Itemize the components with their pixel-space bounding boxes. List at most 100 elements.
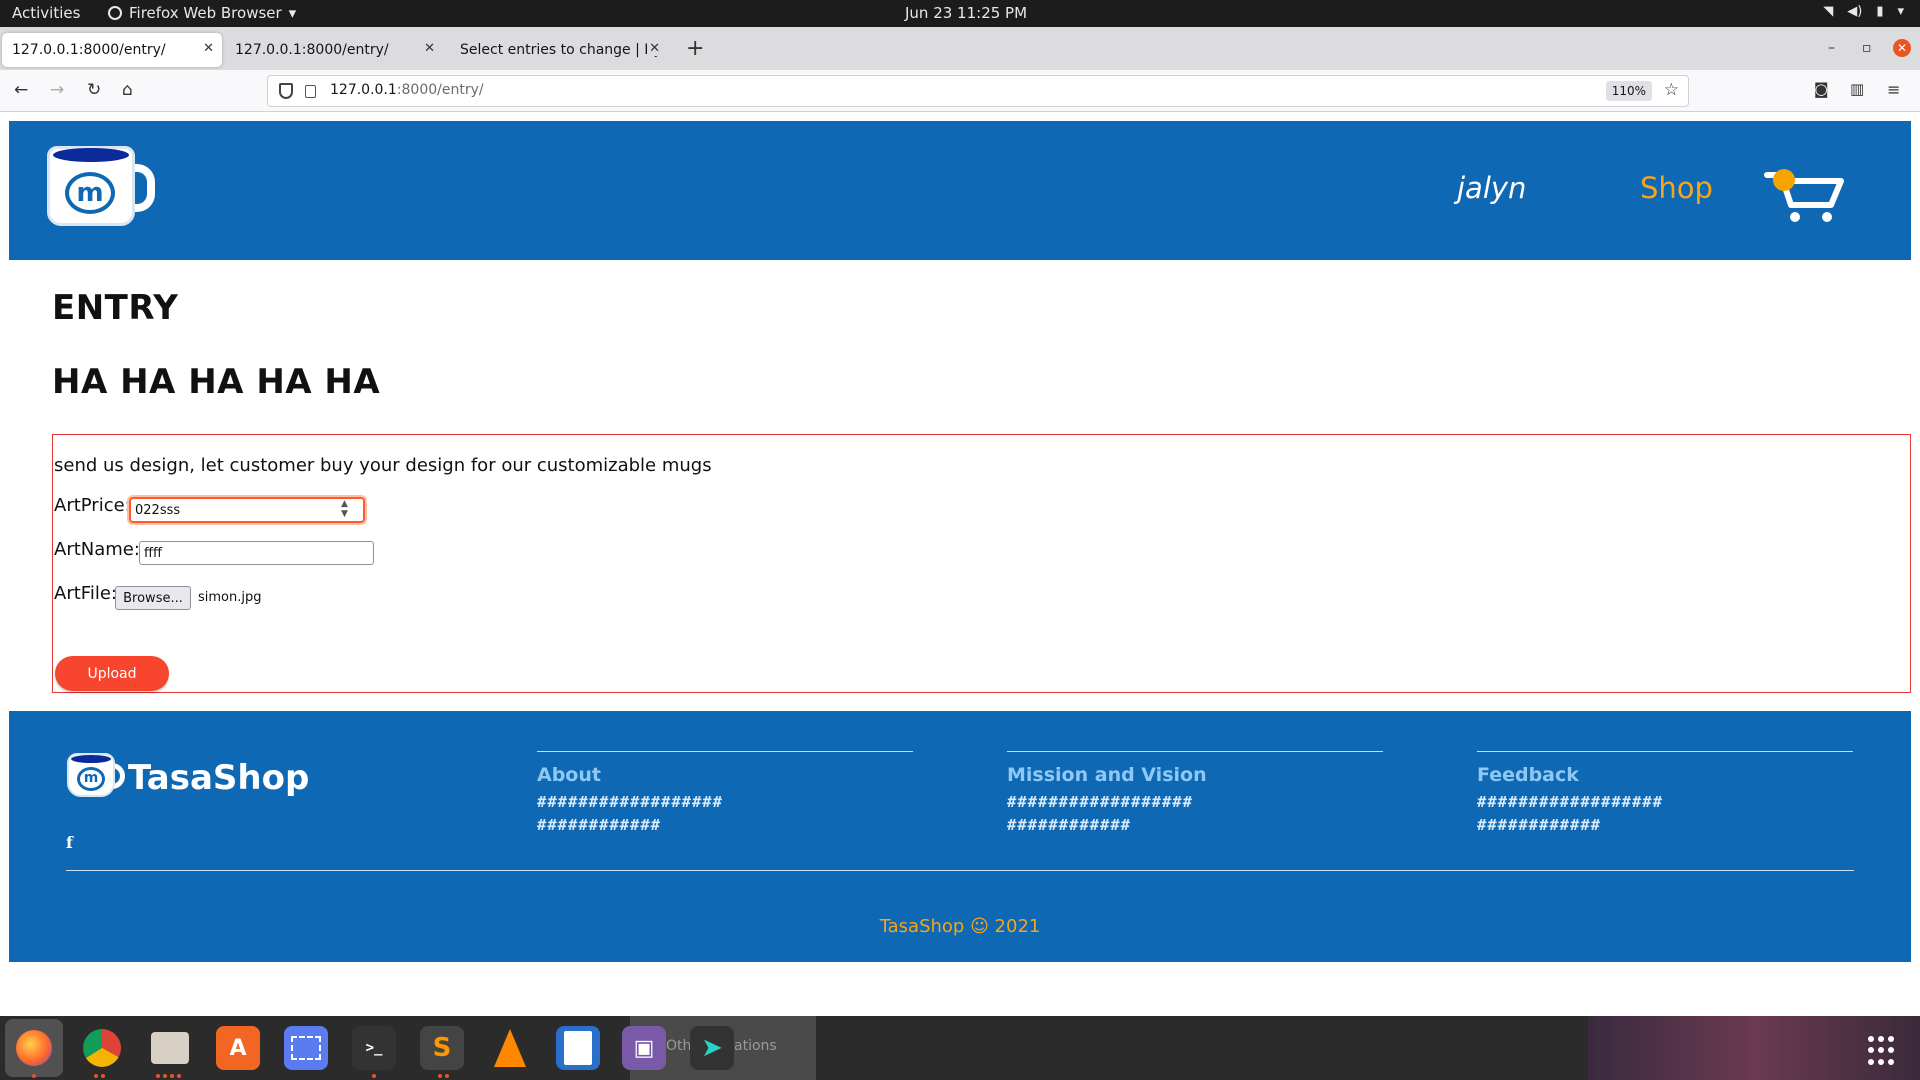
page-subtitle: HA HA HA HA HA <box>52 362 381 402</box>
menu-icon[interactable]: ≡ <box>1887 80 1900 99</box>
footer-divider <box>66 870 1854 871</box>
upload-button[interactable]: Upload <box>55 656 169 691</box>
terminal-icon: >_ <box>365 1040 383 1056</box>
artprice-input[interactable] <box>127 495 367 525</box>
dock-writer[interactable] <box>556 1026 600 1070</box>
logo-m-letter: m <box>65 172 115 214</box>
url-host: 127.0.0.1 <box>330 82 397 98</box>
dock-terminal[interactable]: >_ <box>352 1026 396 1070</box>
footer-mission-text: ############################## <box>1007 793 1193 834</box>
close-tab-icon[interactable]: ✕ <box>647 41 660 56</box>
page-title: ENTRY <box>52 288 179 328</box>
dock-firefox[interactable] <box>5 1019 63 1077</box>
browser-nav-bar: ← → ↻ ⌂ 127.0.0.1:8000/entry/ 110% ☆ ◙ ▥… <box>0 70 1920 112</box>
form-intro-text: send us design, let customer buy your de… <box>54 455 712 476</box>
nav-shop-link[interactable]: Shop <box>1640 171 1713 205</box>
tab-title: 127.0.0.1:8000/entry/ <box>12 42 166 58</box>
document-icon <box>564 1031 592 1065</box>
forward-arrow-icon[interactable]: → <box>50 80 64 100</box>
chevron-down-icon: ▾ <box>1897 4 1904 19</box>
artname-label: ArtName: <box>54 539 140 560</box>
volume-icon: ◀) <box>1847 4 1863 19</box>
battery-icon: ▮ <box>1876 4 1884 19</box>
cart-badge <box>1773 169 1795 191</box>
minimize-icon[interactable]: – <box>1828 40 1835 56</box>
page-info-icon[interactable] <box>305 85 316 98</box>
reload-icon[interactable]: ↻ <box>87 80 101 100</box>
selected-file-name: simon.jpg <box>198 590 262 605</box>
arrow-app-icon: ➤ <box>701 1033 723 1063</box>
site-header: m jalyn Shop <box>9 121 1911 260</box>
system-tray[interactable]: ◥ ◀) ▮ ▾ <box>1823 4 1904 19</box>
close-tab-icon[interactable]: ✕ <box>424 41 435 56</box>
dock-files[interactable] <box>148 1026 192 1070</box>
system-dock: Other Locations A >_ S ▣ ➤ <box>0 1016 1920 1080</box>
number-spinner-icon[interactable]: ▲ ▼ <box>341 499 348 519</box>
screenshot-icon <box>291 1036 321 1060</box>
home-icon[interactable]: ⌂ <box>122 80 133 100</box>
tab-title: 127.0.0.1:8000/entry/ <box>235 42 389 58</box>
footer-mission-title: Mission and Vision <box>1007 764 1207 786</box>
footer-about-text: ############################## <box>537 793 723 834</box>
browser-tab-3[interactable]: Select entries to change | Dj ✕ <box>450 33 668 67</box>
firefox-icon <box>108 6 122 20</box>
footer-brand-name: TasaShop <box>128 758 310 798</box>
system-clock[interactable]: Jun 23 11:25 PM <box>905 4 1027 22</box>
show-applications-icon[interactable] <box>1868 1036 1898 1066</box>
footer-feedback-column: Feedback ############################## <box>1477 751 1853 837</box>
dock-vlc[interactable] <box>488 1026 532 1070</box>
browser-tab-1[interactable]: 127.0.0.1:8000/entry/ ✕ <box>2 33 222 67</box>
site-footer: m TasaShop f About #####################… <box>9 711 1911 962</box>
footer-about-column: About ############################## <box>537 751 913 837</box>
browser-tab-2[interactable]: 127.0.0.1:8000/entry/ ✕ <box>225 33 443 67</box>
app-menu-label: Firefox Web Browser <box>129 4 282 22</box>
activities-button[interactable]: Activities <box>12 4 80 22</box>
sidebar-icon[interactable]: ▥ <box>1850 80 1864 98</box>
new-tab-button[interactable]: + <box>686 38 704 60</box>
app-menu[interactable]: Firefox Web Browser ▾ <box>108 4 296 22</box>
bookmark-star-icon[interactable]: ☆ <box>1664 80 1679 100</box>
pocket-icon[interactable]: ◙ <box>1814 80 1829 98</box>
tab-title: Select entries to change | Dj <box>460 42 659 58</box>
close-tab-icon[interactable]: ✕ <box>203 41 214 56</box>
mug-rim <box>53 148 129 162</box>
dock-video-editor[interactable]: ▣ <box>622 1026 666 1070</box>
chevron-down-icon: ▾ <box>288 4 297 22</box>
shield-icon[interactable] <box>279 83 293 99</box>
cart-button[interactable] <box>1763 165 1853 225</box>
zoom-level-badge[interactable]: 110% <box>1605 81 1652 101</box>
dock-chrome[interactable] <box>80 1026 124 1070</box>
url-path: :8000/entry/ <box>396 82 484 98</box>
dock-sublime[interactable]: S <box>420 1026 464 1070</box>
footer-copyright: TasaShop ☺ 2021 <box>879 916 1041 937</box>
folder-icon <box>151 1032 189 1064</box>
back-arrow-icon[interactable]: ← <box>14 80 28 100</box>
dock-software[interactable]: A <box>216 1026 260 1070</box>
browser-tab-strip: 127.0.0.1:8000/entry/ ✕ 127.0.0.1:8000/e… <box>0 27 1920 70</box>
app-store-icon: A <box>229 1035 247 1061</box>
chrome-icon <box>83 1029 121 1067</box>
url-text[interactable]: 127.0.0.1:8000/entry/ <box>330 82 484 98</box>
nav-user-link[interactable]: jalyn <box>1457 171 1526 205</box>
artname-input[interactable] <box>139 541 374 565</box>
footer-about-title: About <box>537 764 601 786</box>
firefox-icon <box>16 1030 52 1066</box>
restore-icon[interactable]: ▫ <box>1862 40 1872 56</box>
art-upload-form: send us design, let customer buy your de… <box>52 434 1911 693</box>
url-bar[interactable]: 127.0.0.1:8000/entry/ 110% ☆ <box>267 75 1689 107</box>
footer-mission-column: Mission and Vision #####################… <box>1007 751 1383 837</box>
footer-feedback-title: Feedback <box>1477 764 1579 786</box>
facebook-icon[interactable]: f <box>66 833 73 852</box>
logo-m-letter: m <box>77 767 105 791</box>
browse-file-button[interactable]: Browse... <box>115 586 191 610</box>
artfile-label: ArtFile: <box>54 583 117 604</box>
close-window-icon[interactable]: ✕ <box>1893 39 1911 57</box>
system-top-bar: Activities Firefox Web Browser ▾ Jun 23 … <box>0 0 1920 27</box>
dock-screenshot[interactable] <box>284 1026 328 1070</box>
mug-rim <box>71 755 111 763</box>
dock-app-arrow[interactable]: ➤ <box>690 1026 734 1070</box>
film-icon: ▣ <box>633 1035 655 1061</box>
artprice-label: ArtPrice: <box>54 495 131 516</box>
sublime-text-icon: S <box>432 1033 452 1063</box>
wifi-icon: ◥ <box>1823 4 1834 19</box>
